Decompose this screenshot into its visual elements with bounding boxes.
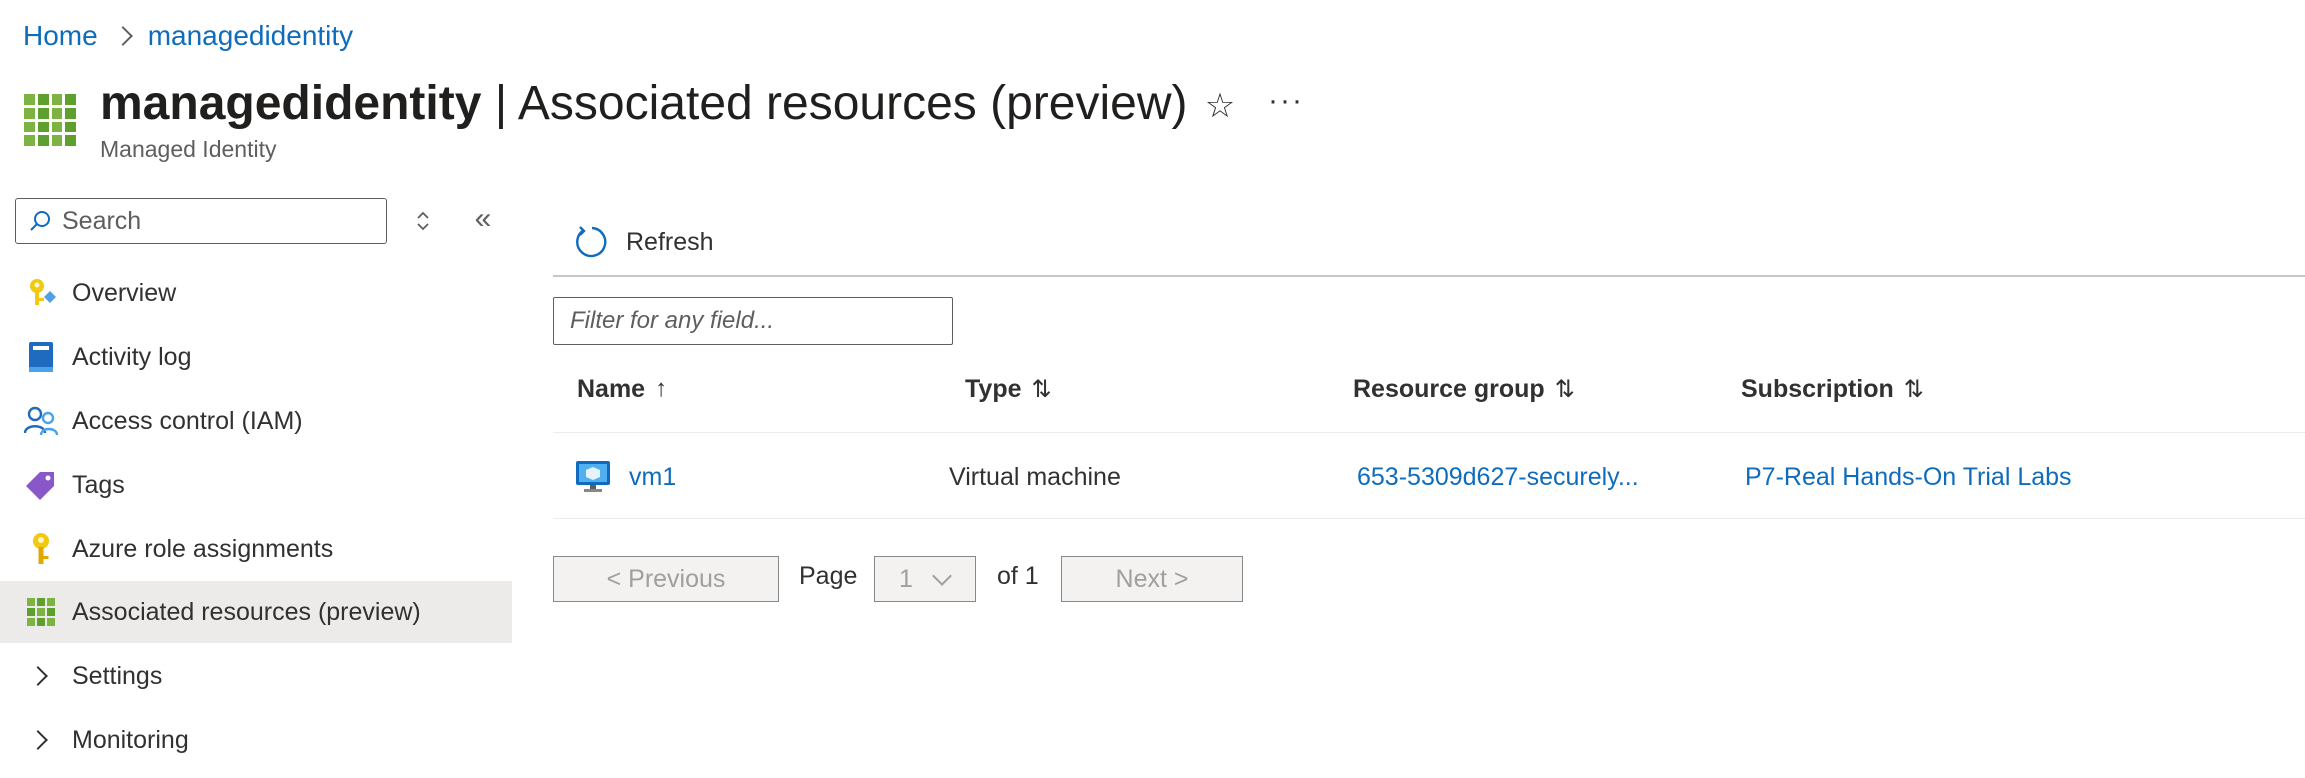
header-divider (553, 432, 2305, 433)
people-icon (24, 404, 58, 438)
breadcrumb-current-link[interactable]: managedidentity (148, 20, 353, 52)
resource-name: managedidentity (100, 77, 482, 130)
sidebar-item-label: Associated resources (preview) (72, 597, 421, 626)
column-header-resource-group[interactable]: Resource group ⇅ (1353, 372, 1575, 406)
page-title: managedidentity | Associated resources (… (100, 72, 1188, 136)
page-select[interactable]: 1 (874, 556, 976, 602)
breadcrumb: Home managedidentity (23, 18, 353, 54)
sort-ascending-icon: ↑ (655, 375, 668, 402)
sidebar-item-tags[interactable]: Tags (0, 454, 512, 516)
row-type-cell: Virtual machine (949, 462, 1121, 491)
column-header-name[interactable]: Name ↑ (577, 372, 667, 406)
subscription-link[interactable]: P7-Real Hands-On Trial Labs (1745, 463, 2072, 492)
sidebar-item-access-control[interactable]: Access control (IAM) (0, 390, 512, 452)
page-count-label: of 1 (997, 561, 1039, 590)
sidebar-item-label: Overview (72, 278, 177, 307)
column-header-subscription[interactable]: Subscription ⇅ (1741, 372, 1924, 406)
filter-input[interactable] (553, 297, 953, 345)
row-subscription-cell: P7-Real Hands-On Trial Labs (1745, 459, 2072, 495)
next-page-button[interactable]: Next > (1061, 556, 1243, 602)
sidebar-item-label: Settings (72, 661, 163, 690)
resource-name-link[interactable]: vm1 (629, 463, 676, 492)
sidebar-item-monitoring[interactable]: Monitoring (0, 709, 512, 771)
sidebar-item-associated-resources[interactable]: Associated resources (preview) (0, 581, 512, 643)
star-icon[interactable]: ☆ (1200, 86, 1240, 126)
row-name-cell: vm1 (575, 459, 676, 495)
sidebar-item-overview[interactable]: Overview (0, 262, 512, 324)
sort-icon: ⇅ (1031, 375, 1052, 403)
sidebar-item-activity-log[interactable]: Activity log (0, 326, 512, 388)
sidebar-item-azure-role-assignments[interactable]: Azure role assignments (0, 518, 512, 580)
column-header-label: Name (577, 374, 646, 403)
sidebar-item-label: Azure role assignments (72, 534, 334, 563)
column-header-label: Resource group (1353, 374, 1545, 403)
ellipsis-icon[interactable]: ··· (1266, 86, 1306, 126)
column-header-label: Subscription (1741, 374, 1894, 403)
refresh-icon (576, 226, 607, 258)
sidebar-item-label: Access control (IAM) (72, 406, 303, 435)
refresh-label: Refresh (626, 227, 714, 256)
breadcrumb-home-link[interactable]: Home (23, 20, 98, 52)
search-icon (30, 211, 50, 231)
grid-icon (24, 595, 58, 629)
chevron-right-icon (112, 26, 133, 46)
blade-title: Associated resources (preview) (517, 77, 1188, 130)
key-badge-icon (24, 276, 58, 310)
sidebar-search[interactable] (15, 198, 387, 244)
sidebar-search-input[interactable] (60, 205, 364, 237)
resource-group-link[interactable]: 653-5309d627-securely... (1357, 463, 1639, 492)
page-select-value: 1 (899, 564, 913, 593)
column-header-label: Type (965, 374, 1022, 403)
page-label: Page (799, 561, 858, 590)
row-divider (553, 518, 2305, 519)
sidebar-item-label: Activity log (72, 342, 192, 371)
sidebar-item-settings[interactable]: Settings (0, 645, 512, 707)
chevron-right-icon (24, 659, 58, 693)
virtual-machine-icon (576, 461, 610, 492)
refresh-button[interactable]: Refresh (574, 220, 714, 264)
title-separator: | (481, 77, 518, 130)
sort-icon: ⇅ (1554, 375, 1575, 403)
sidebar-item-label: Tags (72, 470, 125, 499)
expand-collapse-icon[interactable] (408, 206, 438, 236)
sort-icon: ⇅ (1903, 375, 1924, 403)
sidebar-item-label: Monitoring (72, 725, 189, 754)
tag-icon (24, 468, 58, 502)
activity-log-icon (24, 340, 58, 374)
column-header-type[interactable]: Type ⇅ (965, 372, 1052, 406)
collapse-sidebar-icon[interactable]: « (466, 204, 500, 238)
chevron-right-icon (24, 723, 58, 757)
associated-resources-icon (24, 94, 76, 146)
previous-page-button[interactable]: < Previous (553, 556, 779, 602)
row-resource-group-cell: 653-5309d627-securely... (1357, 459, 1639, 495)
key-icon (24, 532, 58, 566)
resource-type-subtitle: Managed Identity (100, 136, 277, 162)
chevron-down-icon (932, 566, 952, 586)
toolbar-divider (553, 275, 2305, 277)
